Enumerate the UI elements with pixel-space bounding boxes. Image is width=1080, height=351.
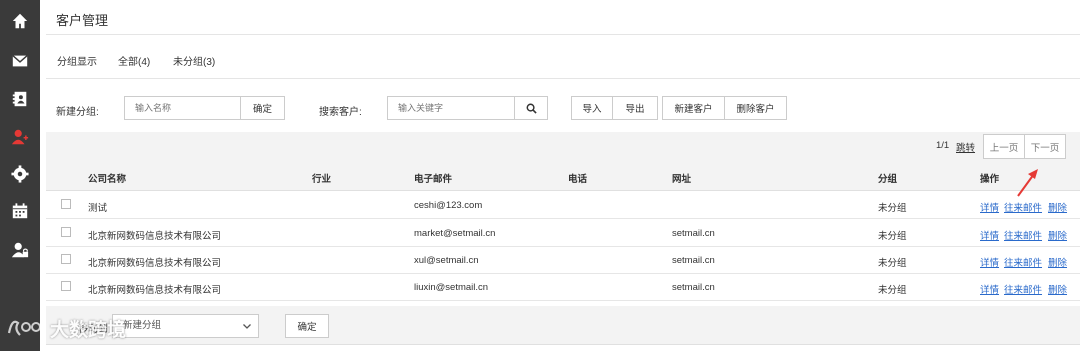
delete-link[interactable]: 删除 xyxy=(1048,200,1067,214)
table-row: 测试 ceshi@123.com 未分组 详情 往来邮件 删除 xyxy=(46,191,1080,219)
group: 未分组 xyxy=(878,203,907,214)
customer-icon[interactable] xyxy=(10,127,30,147)
title-bar: 客户管理 xyxy=(46,0,1080,35)
group-select-value: 新建分组 xyxy=(123,320,162,331)
company-name: 北京新网数码信息技术有限公司 xyxy=(88,231,222,242)
search-button[interactable] xyxy=(514,96,548,120)
prev-page-button[interactable]: 上一页 xyxy=(983,134,1025,159)
tab-group-display[interactable]: 分组显示 xyxy=(57,53,97,68)
sidebar xyxy=(0,0,40,351)
website: setmail.cn xyxy=(672,282,715,293)
tab-all[interactable]: 全部(4) xyxy=(118,53,150,68)
import-button[interactable]: 导入 xyxy=(571,96,613,120)
new-group-confirm-button[interactable]: 确定 xyxy=(240,96,285,120)
header-website: 网址 xyxy=(672,174,692,185)
toolbar: 新建分组: 确定 搜索客户: 导入 导出 新建客户 删除客户 xyxy=(46,78,1080,133)
table-header: 公司名称 行业 电子邮件 电话 网址 分组 操作 xyxy=(46,162,1080,191)
settings-gear-icon[interactable] xyxy=(10,164,30,184)
annotation-arrow-icon xyxy=(1017,169,1038,197)
header-company: 公司名称 xyxy=(88,174,127,185)
delete-link[interactable]: 删除 xyxy=(1048,255,1067,269)
detail-link[interactable]: 详情 xyxy=(980,200,999,214)
website: setmail.cn xyxy=(672,255,715,266)
pager-bar: 1/1 跳转 上一页 下一页 xyxy=(46,132,1080,162)
new-group-input[interactable] xyxy=(124,96,241,120)
row-checkbox[interactable] xyxy=(61,199,71,209)
mail-icon[interactable] xyxy=(10,51,30,71)
row-checkbox[interactable] xyxy=(61,254,71,264)
mail-history-link[interactable]: 往来邮件 xyxy=(1004,282,1042,296)
watermark: 大数跨境 xyxy=(6,311,126,345)
email: xul@setmail.cn xyxy=(414,255,479,266)
watermark-logo-icon xyxy=(7,320,41,336)
new-customer-button[interactable]: 新建客户 xyxy=(662,96,725,120)
company-name: 北京新网数码信息技术有限公司 xyxy=(88,285,222,296)
group: 未分组 xyxy=(878,258,907,269)
home-icon[interactable] xyxy=(10,11,30,31)
email: market@setmail.cn xyxy=(414,228,496,239)
table-row: 北京新网数码信息技术有限公司 xul@setmail.cn setmail.cn… xyxy=(46,246,1080,274)
tab-ungrouped[interactable]: 未分组(3) xyxy=(173,53,215,68)
email: liuxin@setmail.cn xyxy=(414,282,489,293)
email: ceshi@123.com xyxy=(414,200,483,211)
website: setmail.cn xyxy=(672,228,715,239)
mail-history-link[interactable]: 往来邮件 xyxy=(1004,255,1042,269)
export-button[interactable]: 导出 xyxy=(612,96,658,120)
header-actions: 操作 xyxy=(980,174,1000,185)
table-row: 北京新网数码信息技术有限公司 liuxin@setmail.cn setmail… xyxy=(46,273,1080,301)
mail-history-link[interactable]: 往来邮件 xyxy=(1004,200,1042,214)
company-name: 北京新网数码信息技术有限公司 xyxy=(88,258,222,269)
contacts-book-icon[interactable] xyxy=(10,89,30,109)
header-phone: 电话 xyxy=(568,174,588,185)
new-group-label: 新建分组: xyxy=(56,107,99,118)
mail-history-link[interactable]: 往来邮件 xyxy=(1004,228,1042,242)
search-icon xyxy=(526,103,537,114)
delete-link[interactable]: 删除 xyxy=(1048,228,1067,242)
group: 未分组 xyxy=(878,285,907,296)
main-content: 客户管理 分组显示 全部(4) 未分组(3) 新建分组: 确定 搜索客户: 导入… xyxy=(46,0,1080,351)
delete-customer-button[interactable]: 删除客户 xyxy=(724,96,787,120)
group-select[interactable]: 新建分组 xyxy=(112,314,259,338)
footer-bar: 移动到 新建分组 确定 xyxy=(46,306,1080,345)
watermark-text: 大数跨境 xyxy=(50,319,127,341)
jump-link[interactable]: 跳转 xyxy=(956,140,975,154)
detail-link[interactable]: 详情 xyxy=(980,282,999,296)
header-industry: 行业 xyxy=(312,174,332,185)
user-lock-icon[interactable] xyxy=(10,240,30,260)
header-group: 分组 xyxy=(878,174,898,185)
search-input[interactable] xyxy=(387,96,515,120)
next-page-button[interactable]: 下一页 xyxy=(1024,134,1066,159)
delete-link[interactable]: 删除 xyxy=(1048,282,1067,296)
detail-link[interactable]: 详情 xyxy=(980,228,999,242)
search-label: 搜索客户: xyxy=(319,107,362,118)
move-confirm-button[interactable]: 确定 xyxy=(285,314,329,338)
company-name: 测试 xyxy=(88,203,108,214)
row-checkbox[interactable] xyxy=(61,227,71,237)
row-checkbox[interactable] xyxy=(61,281,71,291)
group-tabs: 分组显示 全部(4) 未分组(3) xyxy=(46,34,1080,79)
chevron-down-icon xyxy=(243,324,251,329)
header-email: 电子邮件 xyxy=(414,174,453,185)
page-title: 客户管理 xyxy=(56,13,109,28)
page-info: 1/1 xyxy=(936,140,950,151)
detail-link[interactable]: 详情 xyxy=(980,255,999,269)
group: 未分组 xyxy=(878,231,907,242)
table-row: 北京新网数码信息技术有限公司 market@setmail.cn setmail… xyxy=(46,219,1080,247)
calendar-icon[interactable] xyxy=(10,201,30,221)
